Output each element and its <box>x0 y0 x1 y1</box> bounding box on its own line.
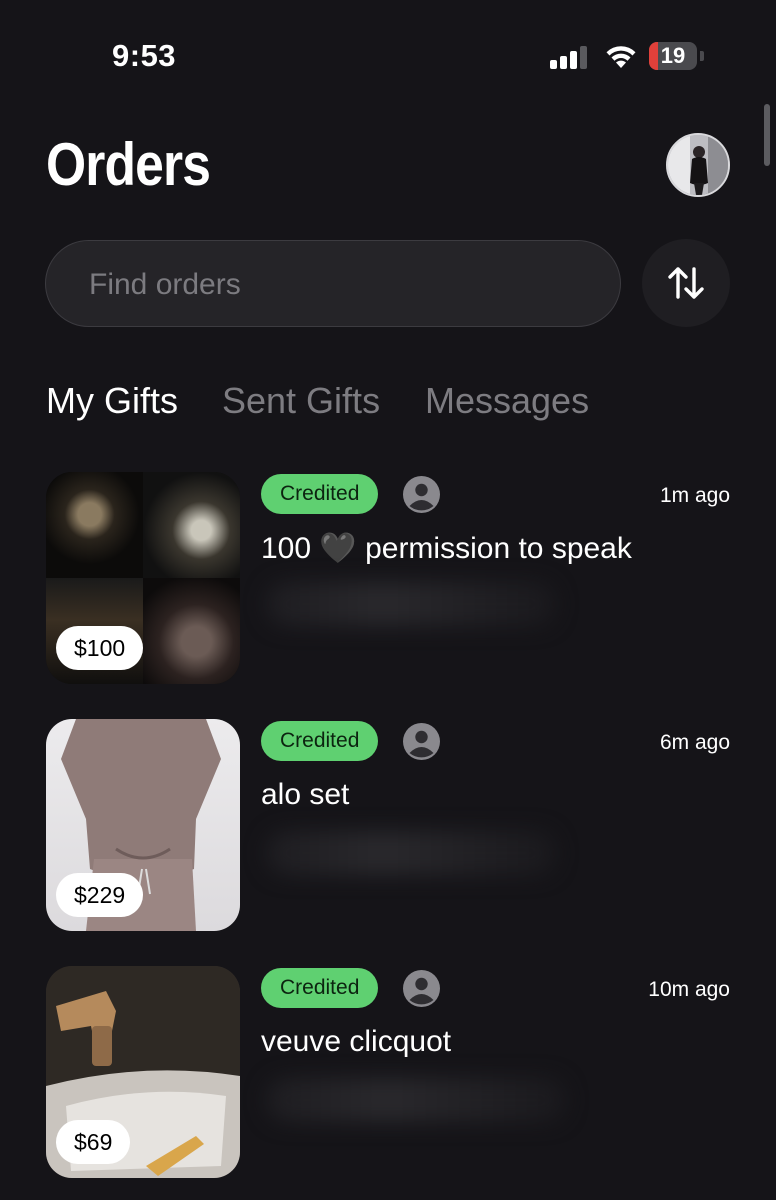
status-badge: Credited <box>261 721 379 761</box>
battery-nub <box>700 51 704 61</box>
order-time: 6m ago <box>659 731 730 754</box>
blurred-message <box>266 831 556 875</box>
price-pill: $229 <box>56 873 144 917</box>
search-input[interactable] <box>89 265 569 305</box>
blurred-message <box>266 1078 566 1122</box>
order-title: 100 🖤 permission to speak <box>261 532 632 565</box>
sort-arrows-icon <box>668 267 704 299</box>
tab-my-gifts[interactable]: My Gifts <box>46 380 178 422</box>
order-item[interactable]: $100 Credited 1m ago 100 🖤 permission to… <box>0 472 776 686</box>
scroll-indicator[interactable] <box>764 104 770 166</box>
status-time: 9:53 <box>112 38 177 73</box>
avatar-image <box>668 135 728 195</box>
blurred-message <box>266 582 556 626</box>
search-field[interactable] <box>45 240 621 327</box>
status-badge: Credited <box>261 968 379 1008</box>
wifi-icon <box>603 42 639 70</box>
battery-level: 19 <box>660 43 686 68</box>
tab-messages[interactable]: Messages <box>425 380 589 422</box>
order-thumbnail: $229 <box>46 719 240 931</box>
battery-icon: 19 <box>649 42 697 70</box>
order-time: 10m ago <box>648 978 730 1001</box>
order-item[interactable]: $69 Credited 10m ago veuve clicquot <box>0 966 776 1180</box>
user-icon[interactable] <box>403 723 440 760</box>
signal-icon <box>550 45 590 69</box>
price-pill: $100 <box>56 626 144 670</box>
order-item[interactable]: $229 Credited 6m ago alo set <box>0 719 776 933</box>
order-thumbnail: $100 <box>46 472 240 684</box>
order-title: alo set <box>261 778 350 811</box>
user-icon[interactable] <box>403 970 440 1007</box>
order-title: veuve clicquot <box>261 1025 452 1058</box>
sort-button[interactable] <box>642 239 730 327</box>
page-title: Orders <box>46 131 211 198</box>
status-badge: Credited <box>261 474 379 514</box>
order-time: 1m ago <box>659 484 730 507</box>
tab-sent-gifts[interactable]: Sent Gifts <box>222 380 380 422</box>
order-thumbnail: $69 <box>46 966 240 1178</box>
avatar[interactable] <box>666 133 730 197</box>
price-pill: $69 <box>56 1120 131 1164</box>
user-icon[interactable] <box>403 476 440 513</box>
